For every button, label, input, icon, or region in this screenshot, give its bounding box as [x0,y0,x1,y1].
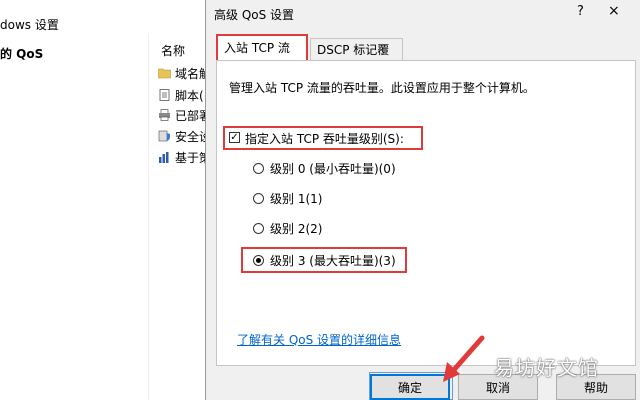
chart-icon [159,152,169,163]
radio-label: 级别 3 (最大吞吐量)(3) [270,253,396,268]
watermark: 易坊好文馆 [494,356,599,380]
radio-label: 级别 1(1) [270,191,323,206]
radio-button-selected[interactable] [253,254,264,266]
column-header-name[interactable]: 名称 [161,42,185,59]
specify-throughput-label[interactable]: 指定入站 TCP 吞吐量级别(S): [245,130,404,147]
list-item[interactable]: 域名解 [158,64,205,82]
list-item-label: 安全设 [175,129,205,144]
radio-level-0[interactable]: 级别 0 (最小吞吐量)(0) [253,159,396,177]
printer-icon [159,109,170,121]
close-icon[interactable]: × [608,3,620,19]
background-window: dows 设置 的 QoS 名称 域名解 脚本( 已部署 安全设 基于策 [0,0,205,400]
radio-level-2[interactable]: 级别 2(2) [253,219,322,237]
tree-item-qos[interactable]: 的 QoS [0,45,43,62]
tab-bar: 入站 TCP 流量 DSCP 标记覆盖 [216,34,636,79]
pane-divider[interactable] [148,34,149,400]
list-item[interactable]: 已部署 [158,106,205,124]
radio-label: 级别 2(2) [270,221,323,236]
description-text: 管理入站 TCP 流量的吞吐量。此设置应用于整个计算机。 [229,81,535,95]
list-item[interactable]: 脚本( [158,86,205,104]
advanced-qos-dialog: 高级 QoS 设置 ? × 入站 TCP 流量 DSCP 标记覆盖 管理入站 T… [205,0,640,400]
list-item-label: 脚本( [175,88,204,103]
list-item-label: 已部署 [175,108,205,123]
script-icon [159,89,170,101]
radio-button[interactable] [253,162,264,174]
tab-inbound-tcp-traffic[interactable]: 入站 TCP 流量 [216,34,308,79]
learn-more-link[interactable]: 了解有关 QoS 设置的详细信息 [237,331,401,348]
specify-throughput-checkbox[interactable]: ✓ [229,132,240,143]
tab-dscp-marking-override[interactable]: DSCP 标记覆盖 [310,38,403,79]
tab-panel: 管理入站 TCP 流量的吞吐量。此设置应用于整个计算机。 ✓ 指定入站 TCP … [216,60,636,366]
radio-button[interactable] [253,222,264,234]
help-icon[interactable]: ? [577,4,584,19]
radio-level-1[interactable]: 级别 1(1) [253,189,322,207]
list-item[interactable]: 基于策 [158,148,205,166]
radio-level-3[interactable]: 级别 3 (最大吞吐量)(3) [253,251,396,269]
security-icon [158,130,170,142]
list-item-label: 域名解 [175,66,205,81]
radio-label: 级别 0 (最小吞吐量)(0) [270,161,396,176]
dialog-title: 高级 QoS 设置 [214,8,295,22]
list-item-label: 基于策 [175,150,205,165]
radio-button[interactable] [253,192,264,204]
background-window-title: dows 设置 [0,18,59,32]
ok-button[interactable]: 确定 [370,374,450,400]
folder-icon [158,68,171,79]
list-item[interactable]: 安全设 [158,127,205,145]
